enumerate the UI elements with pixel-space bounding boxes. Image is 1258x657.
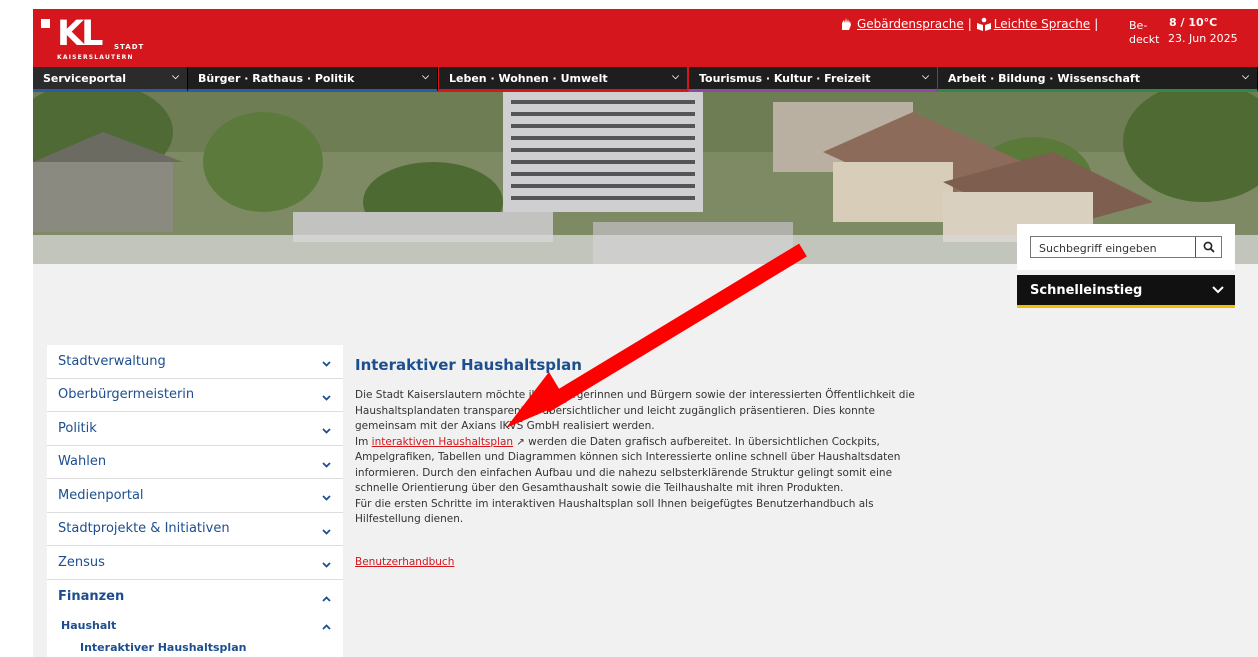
chevron-down-icon xyxy=(322,390,331,405)
sidebar-item-label: Stadtverwaltung xyxy=(58,353,166,369)
sidebar-subitem-label: Haushalt xyxy=(61,618,117,632)
weather-temperature: 8 / 10°C xyxy=(1169,16,1218,29)
sidebar-item-stadtprojekte[interactable]: Stadtprojekte & Initiativen xyxy=(47,513,343,546)
chevron-down-icon xyxy=(322,490,331,505)
nav-item-serviceportal[interactable]: Serviceportal ⌵ xyxy=(33,67,188,92)
sidebar-item-stadtverwaltung[interactable]: Stadtverwaltung xyxy=(47,345,343,379)
easy-language-icon xyxy=(976,17,991,31)
handbook-paragraph: Für die ersten Schritte im interaktiven … xyxy=(355,497,874,526)
description-paragraph: Im interaktiven Haushaltsplan ↗ werden d… xyxy=(355,435,930,497)
chevron-down-icon: ⌵ xyxy=(1242,72,1249,82)
chevron-down-icon xyxy=(1211,284,1225,299)
sidebar-item-label: Wahlen xyxy=(58,454,107,470)
nav-label: Arbeit · Bildung · Wissenschaft xyxy=(948,71,1140,85)
sidebar-item-oberbuergermeisterin[interactable]: Oberbürgermeisterin xyxy=(47,379,343,412)
sidebar-item-label: Politik xyxy=(58,420,97,436)
sidebar-item-label: Medienportal xyxy=(58,487,144,503)
nav-item-buerger[interactable]: Bürger · Rathaus · Politik ⌵ xyxy=(188,67,438,92)
sidebar-subitem-interaktiver-haushaltsplan[interactable]: Interaktiver Haushaltsplan xyxy=(47,637,343,657)
weather-date: 23. Jun 2025 xyxy=(1168,32,1238,45)
nav-item-leben[interactable]: Leben · Wohnen · Umwelt ⌵ xyxy=(438,67,688,92)
logo-square xyxy=(41,19,50,28)
nav-item-tourismus[interactable]: Tourismus · Kultur · Freizeit ⌵ xyxy=(688,67,938,92)
separator: | xyxy=(1094,17,1099,31)
sidebar-item-medienportal[interactable]: Medienportal xyxy=(47,479,343,513)
page: KL STADT KAISERSLAUTERN Gebärdensprache … xyxy=(0,0,1258,657)
nav-label: Serviceportal xyxy=(43,71,127,85)
chevron-down-icon: ⌵ xyxy=(922,72,929,82)
quick-access-label: Schnelleinstieg xyxy=(1030,282,1143,298)
sidebar-item-label: Stadtprojekte & Initiativen xyxy=(58,521,230,537)
user-manual-link[interactable]: Benutzerhandbuch xyxy=(355,556,454,568)
paragraph-text: Im xyxy=(355,435,372,448)
sidebar-item-label: Finanzen xyxy=(58,588,125,604)
chevron-down-icon xyxy=(322,356,331,371)
quick-access-dropdown[interactable]: Schnelleinstieg xyxy=(1017,275,1235,308)
search-input[interactable] xyxy=(1031,238,1193,259)
sidebar-item-label: Oberbürgermeisterin xyxy=(58,387,195,403)
nav-label: Leben · Wohnen · Umwelt xyxy=(449,71,608,85)
accessibility-links: Gebärdensprache | Leichte Sprache | xyxy=(839,17,1098,31)
weather-condition: Be-deckt xyxy=(1129,19,1160,46)
separator: | xyxy=(967,17,972,31)
sidebar-item-finanzen[interactable]: Finanzen xyxy=(47,580,343,614)
site-header: KL STADT KAISERSLAUTERN Gebärdensprache … xyxy=(33,9,1258,67)
sign-language-icon xyxy=(839,17,853,31)
nav-label: Bürger · Rathaus · Politik xyxy=(198,71,355,85)
logo-city-name: KAISERSLAUTERN xyxy=(57,54,134,61)
sign-language-link[interactable]: Gebärdensprache xyxy=(857,17,964,31)
chevron-down-icon xyxy=(322,457,331,472)
interactive-budget-link[interactable]: interaktiven Haushaltsplan xyxy=(372,436,513,448)
search-button[interactable] xyxy=(1195,237,1221,257)
search-panel xyxy=(1017,224,1235,270)
chevron-up-icon xyxy=(322,620,331,633)
search-icon xyxy=(1203,241,1215,253)
main-navigation: Serviceportal ⌵ Bürger · Rathaus · Polit… xyxy=(33,67,1258,92)
city-logo[interactable]: KL STADT KAISERSLAUTERN xyxy=(41,14,151,62)
search-field xyxy=(1030,236,1222,259)
easy-language-link[interactable]: Leichte Sprache xyxy=(994,17,1090,31)
sidebar-item-zensus[interactable]: Zensus xyxy=(47,546,343,580)
chevron-down-icon xyxy=(322,423,331,438)
nav-item-arbeit[interactable]: Arbeit · Bildung · Wissenschaft ⌵ xyxy=(938,67,1258,92)
external-link-icon: ↗ xyxy=(516,436,525,448)
sidebar-subitem-haushalt[interactable]: Haushalt xyxy=(47,613,343,637)
intro-paragraph: Die Stadt Kaiserslautern möchte ihren Bü… xyxy=(355,389,915,432)
logo-letters: KL xyxy=(57,14,103,54)
logo-stadt: STADT xyxy=(114,43,145,51)
sidebar-item-politik[interactable]: Politik xyxy=(47,412,343,446)
main-content: Interaktiver Haushaltsplan Die Stadt Kai… xyxy=(355,356,930,569)
sidebar-navigation: Stadtverwaltung Oberbürgermeisterin Poli… xyxy=(47,345,343,657)
chevron-down-icon: ⌵ xyxy=(672,72,679,82)
chevron-down-icon xyxy=(322,557,331,572)
chevron-down-icon: ⌵ xyxy=(172,72,179,82)
sidebar-subitem-label: Interaktiver Haushaltsplan xyxy=(80,640,247,654)
sidebar-item-label: Zensus xyxy=(58,554,105,570)
page-title: Interaktiver Haushaltsplan xyxy=(355,356,582,374)
sidebar-item-wahlen[interactable]: Wahlen xyxy=(47,446,343,479)
chevron-down-icon xyxy=(322,524,331,539)
nav-label: Tourismus · Kultur · Freizeit xyxy=(699,71,871,85)
chevron-up-icon xyxy=(322,591,331,606)
chevron-down-icon: ⌵ xyxy=(422,72,429,82)
